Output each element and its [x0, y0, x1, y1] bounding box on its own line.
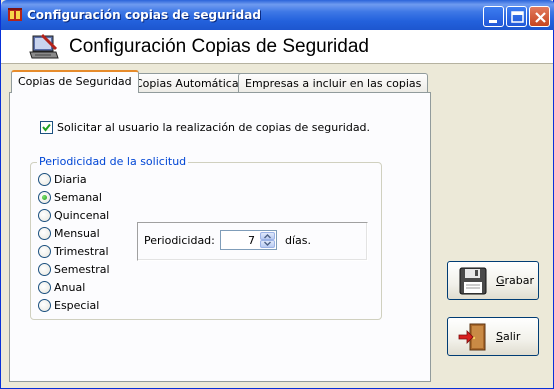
title-bar[interactable]: Configuración copias de seguridad: [1, 0, 554, 30]
close-icon: [535, 12, 546, 23]
window-title: Configuración copias de seguridad: [27, 8, 261, 22]
checkmark-icon: [42, 123, 51, 132]
tab-copias-automaticas[interactable]: Copias Automáticas: [128, 73, 252, 93]
tab-panel-copias-de-seguridad: Solicitar al usuario la realización de c…: [9, 92, 431, 382]
radio-label: Mensual: [54, 227, 100, 240]
periodicity-unit: días.: [285, 234, 312, 247]
radio-semanal[interactable]: [38, 191, 51, 204]
radio-label: Especial: [54, 299, 100, 312]
header-banner: Configuración Copias de Seguridad: [1, 30, 553, 64]
radio-semestral[interactable]: [38, 263, 51, 276]
maximize-button[interactable]: [506, 6, 527, 27]
periodicity-spin-input[interactable]: 7: [220, 230, 277, 250]
request-backup-label: Solicitar al usuario la realización de c…: [57, 121, 371, 134]
floppy-disk-icon: [459, 267, 487, 295]
periodicity-panel: Periodicidad: 7 días.: [137, 222, 368, 261]
radio-quincenal[interactable]: [38, 209, 51, 222]
periodicity-groupbox: Periodicidad de la solicitud Diaria Sema…: [30, 155, 382, 320]
radio-especial[interactable]: [38, 299, 51, 312]
periodicity-group-legend: Periodicidad de la solicitud: [37, 155, 189, 168]
app-icon: [8, 8, 22, 21]
backup-config-window: Configuración copias de seguridad Config…: [0, 0, 554, 389]
spin-down-button[interactable]: [260, 240, 275, 248]
periodicity-label: Periodicidad:: [144, 234, 215, 247]
exit-door-icon: [458, 323, 486, 351]
radio-trimestral[interactable]: [38, 245, 51, 258]
radio-label: Anual: [54, 281, 86, 294]
arrow-up-icon: [264, 234, 271, 239]
radio-label: Trimestral: [54, 245, 109, 258]
minimize-icon: [489, 20, 497, 23]
salir-label: Salir: [496, 330, 521, 343]
radio-diaria[interactable]: [38, 173, 51, 186]
arrow-down-icon: [264, 241, 271, 246]
backup-laptop-icon: [29, 33, 59, 59]
tab-empresas-a-incluir[interactable]: Empresas a incluir en las copias: [238, 73, 429, 93]
radio-mensual[interactable]: [38, 227, 51, 240]
radio-anual[interactable]: [38, 281, 51, 294]
tab-copias-de-seguridad[interactable]: Copias de Seguridad: [11, 70, 139, 93]
salir-button[interactable]: Salir: [447, 317, 539, 356]
radio-label: Diaria: [54, 173, 87, 186]
minimize-button[interactable]: [483, 6, 504, 27]
radio-selected-dot: [42, 195, 47, 200]
request-backup-checkbox[interactable]: [40, 121, 53, 134]
page-title: Configuración Copias de Seguridad: [69, 36, 369, 57]
spin-up-button[interactable]: [260, 232, 275, 240]
close-button[interactable]: [529, 6, 550, 27]
grabar-label: Grabar: [496, 274, 535, 287]
radio-label: Semestral: [54, 263, 110, 276]
radio-label: Quincenal: [54, 209, 110, 222]
periodicity-value[interactable]: 7: [248, 234, 255, 247]
grabar-button[interactable]: Grabar: [447, 261, 539, 300]
radio-label: Semanal: [54, 191, 102, 204]
maximize-icon: [511, 11, 524, 23]
